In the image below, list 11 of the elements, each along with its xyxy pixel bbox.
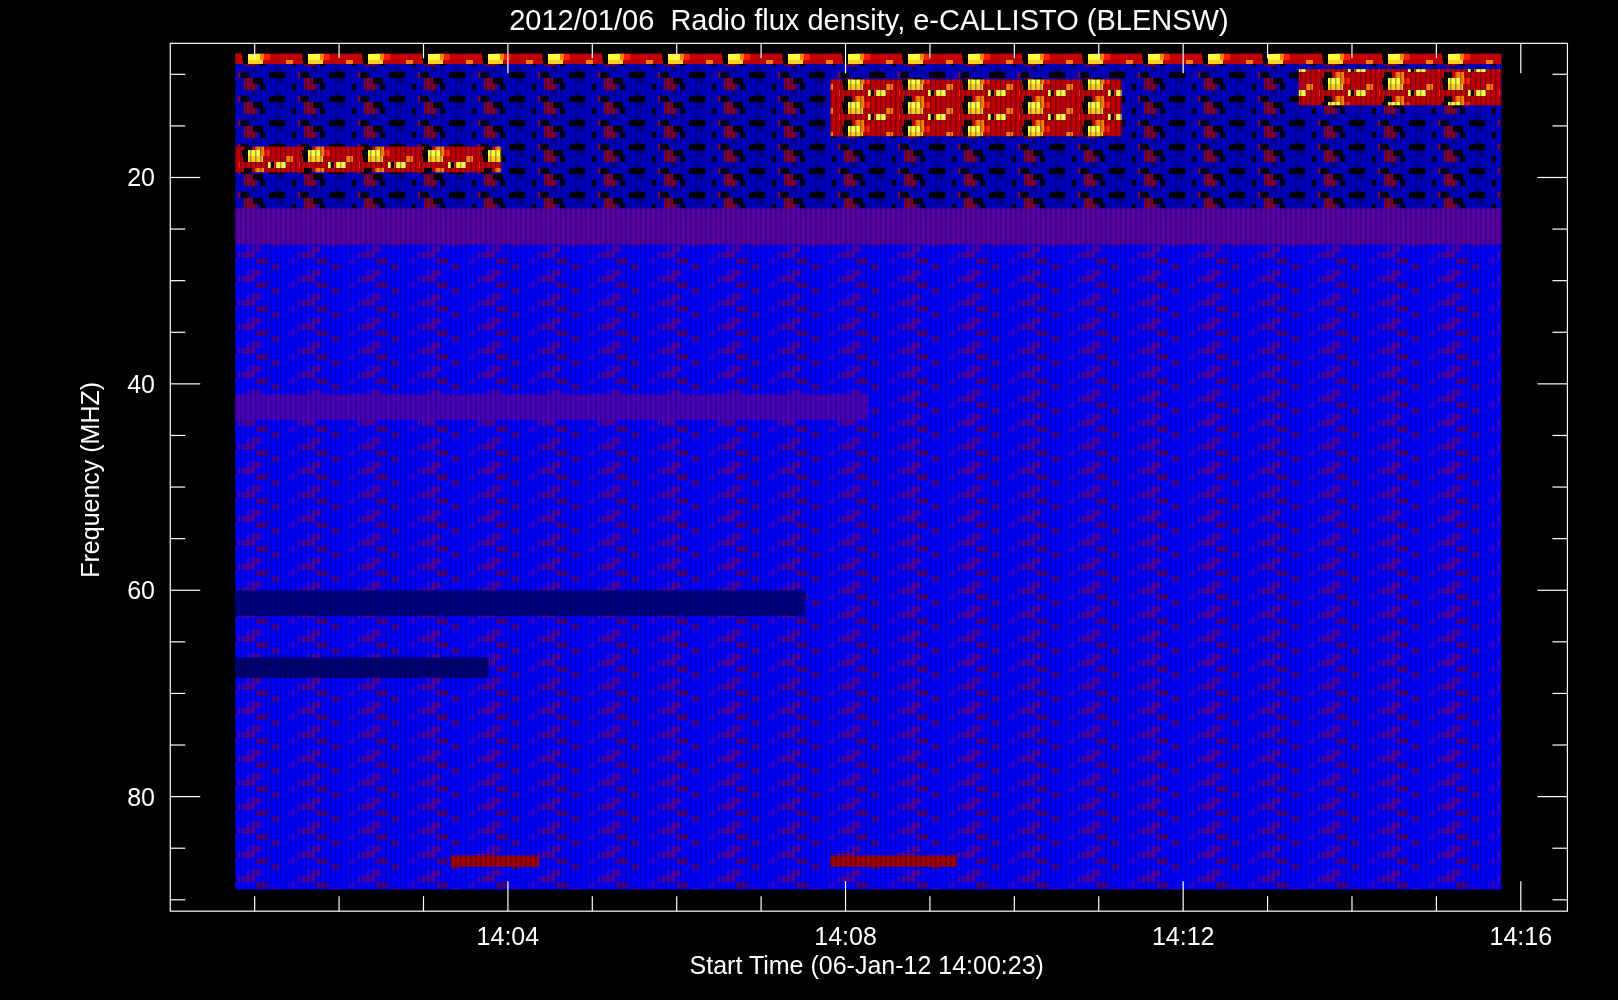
x-tick-label: 14:08 (814, 922, 877, 950)
y-axis-label: Frequency (MHZ) (76, 381, 104, 578)
x-tick-label: 14:12 (1151, 922, 1215, 950)
x-axis-label: Start Time (06-Jan-12 14:00:23) (689, 951, 1044, 979)
y-tick-label: 80 (127, 782, 155, 811)
y-tick-label: 60 (127, 576, 155, 605)
chart-title: 2012/01/06 Radio flux density, e-CALLISTO (BLENSW) (509, 4, 1229, 36)
x-tick-label: 14:16 (1489, 922, 1553, 950)
y-tick-label: 40 (127, 369, 155, 398)
x-tick-label: 14:04 (476, 922, 540, 950)
y-tick-label: 20 (127, 163, 155, 192)
